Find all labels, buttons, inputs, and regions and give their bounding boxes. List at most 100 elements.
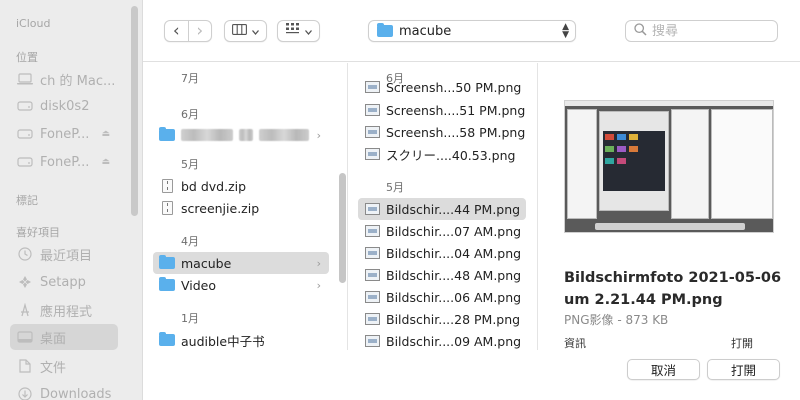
file-name: スクリー....40.53.png xyxy=(386,147,516,163)
desktop-icon xyxy=(16,330,34,344)
sidebar-section-locations: 位置 xyxy=(16,51,38,64)
chevron-right-icon: › xyxy=(316,128,321,142)
sidebar-section-icloud: iCloud xyxy=(16,17,51,30)
sidebar-item-desktop[interactable]: 桌面 xyxy=(10,324,118,350)
folder-name: Video xyxy=(181,277,217,293)
preview-open-label: 打開 xyxy=(731,337,753,350)
list-item-file[interactable]: Screensh....58 PM.png xyxy=(358,121,526,143)
file-name: screenjie.zip xyxy=(181,200,260,216)
folder-icon xyxy=(159,127,175,142)
applications-icon xyxy=(16,303,34,317)
sidebar-item-label: FoneP... xyxy=(40,126,90,142)
sidebar-item-applications[interactable]: 應用程式 xyxy=(10,297,118,323)
path-popup-label: macube xyxy=(399,23,452,39)
nav-buttons: ‹ › xyxy=(164,20,212,42)
file-name: Bildschir....28 PM.png xyxy=(386,311,521,327)
sidebar-scrollbar[interactable] xyxy=(131,6,138,216)
folder-name: macube xyxy=(181,255,232,271)
sidebar-item-setapp[interactable]: Setapp xyxy=(10,269,118,295)
open-button[interactable]: 打開 xyxy=(707,359,780,380)
sidebar-item-recents[interactable]: 最近項目 xyxy=(10,241,118,267)
sidebar-item-disk0s2[interactable]: disk0s2 xyxy=(10,93,118,119)
disk-icon xyxy=(16,99,34,113)
list-item-screenjie[interactable]: screenjie.zip xyxy=(153,197,329,219)
eject-icon[interactable]: ⏏ xyxy=(101,157,110,167)
file-name: bd dvd.zip xyxy=(181,178,247,194)
list-item-file[interactable]: Screensh....51 PM.png xyxy=(358,99,526,121)
group-header: 5月 xyxy=(181,158,199,171)
group-header: 7月 xyxy=(181,72,199,85)
file-name: Bildschir....07 AM.png xyxy=(386,223,522,239)
search-icon xyxy=(634,22,647,40)
sidebar-item-documents[interactable]: 文件 xyxy=(10,353,118,379)
group-header: 5月 xyxy=(386,181,404,194)
sidebar-item-label: 應用程式 xyxy=(40,304,93,320)
list-item-file-selected[interactable]: Bildschir....44 PM.png xyxy=(358,198,526,220)
list-item-file[interactable]: Screensh...50 PM.png xyxy=(358,76,526,98)
setapp-icon xyxy=(16,275,34,289)
chevron-right-icon: › xyxy=(316,256,321,270)
list-item-file[interactable]: Bildschir....48 AM.png xyxy=(358,264,526,286)
sidebar-item-fonep-2[interactable]: FoneP... ⏏ xyxy=(10,149,118,175)
list-item-file[interactable]: Bildschir....07 AM.png xyxy=(358,220,526,242)
list-item-redacted[interactable]: › xyxy=(153,124,329,146)
search-field[interactable] xyxy=(625,20,778,42)
sidebar-item-label: Setapp xyxy=(40,274,86,290)
sidebar-item-fonep-1[interactable]: FoneP... ⏏ xyxy=(10,121,118,147)
chevron-right-icon: › xyxy=(316,278,321,292)
search-input[interactable] xyxy=(652,23,762,39)
toolbar: ‹ › macube ▲ ▼ xyxy=(143,0,800,62)
list-item-macube[interactable]: macube › xyxy=(153,252,329,274)
preview-info-label: 資訊 xyxy=(564,337,586,350)
file-name: Bildschir....44 PM.png xyxy=(386,201,521,217)
list-item-file[interactable]: Bildschir....06 AM.png xyxy=(358,286,526,308)
image-file-icon xyxy=(364,125,380,139)
cancel-button[interactable]: 取消 xyxy=(627,359,700,380)
folder-name: audible中子书 xyxy=(181,333,265,349)
list-item-file[interactable]: スクリー....40.53.png xyxy=(358,143,526,165)
zip-icon xyxy=(159,179,175,193)
group-header: 6月 xyxy=(181,108,199,121)
image-file-icon xyxy=(364,334,380,348)
folder-icon xyxy=(159,332,175,347)
file-name: Screensh....58 PM.png xyxy=(386,124,526,140)
sidebar-item-label: 最近項目 xyxy=(40,248,93,264)
preview-title: Bildschirmfoto 2021-05-06 um 2.21.44 PM.… xyxy=(564,270,782,308)
laptop-icon xyxy=(16,72,34,86)
sidebar-item-mac[interactable]: ch 的 Mac... xyxy=(10,66,118,92)
folder-icon xyxy=(159,255,175,270)
download-icon xyxy=(16,387,34,400)
document-icon xyxy=(16,359,34,373)
redacted-name xyxy=(181,129,233,141)
sidebar: iCloud 位置 ch 的 Mac... disk0s2 FoneP... ⏏… xyxy=(0,0,143,400)
image-file-icon xyxy=(364,224,380,238)
preview-meta: PNG影像 - 873 KB xyxy=(564,313,669,327)
list-item-file[interactable]: Bildschir....09 AM.png xyxy=(358,330,526,350)
list-item-file[interactable]: Bildschir....04 AM.png xyxy=(358,242,526,264)
back-button[interactable]: ‹ xyxy=(165,21,188,41)
image-file-icon xyxy=(364,246,380,260)
sidebar-item-label: Downloads xyxy=(40,386,112,400)
browser-column-2: 6月 Screensh...50 PM.png Screensh....51 P… xyxy=(348,63,538,350)
preview-pane: Bildschirmfoto 2021-05-06 um 2.21.44 PM.… xyxy=(539,63,800,350)
list-item-file[interactable]: Bildschir....28 PM.png xyxy=(358,308,526,330)
sidebar-section-favorites: 喜好項目 xyxy=(16,226,60,239)
image-file-icon xyxy=(364,103,380,117)
sidebar-item-label: disk0s2 xyxy=(40,98,90,114)
column-scrollbar[interactable] xyxy=(339,173,346,283)
eject-icon[interactable]: ⏏ xyxy=(101,129,110,139)
path-popup[interactable]: macube ▲ ▼ xyxy=(368,20,576,42)
group-view-button[interactable] xyxy=(277,20,320,42)
forward-button[interactable]: › xyxy=(189,21,212,41)
sidebar-item-label: 文件 xyxy=(40,360,67,376)
zip-icon xyxy=(159,201,175,215)
list-item-audible[interactable]: audible中子书 xyxy=(153,329,329,350)
sidebar-section-tags: 標記 xyxy=(16,194,38,207)
sidebar-item-downloads[interactable]: Downloads xyxy=(10,381,118,400)
list-item-bd-dvd[interactable]: bd dvd.zip xyxy=(153,175,329,197)
disk-icon xyxy=(16,155,34,169)
list-item-video[interactable]: Video › xyxy=(153,274,329,296)
folder-icon xyxy=(159,277,175,292)
column-view-button[interactable] xyxy=(224,20,267,42)
group-header: 4月 xyxy=(181,235,199,248)
